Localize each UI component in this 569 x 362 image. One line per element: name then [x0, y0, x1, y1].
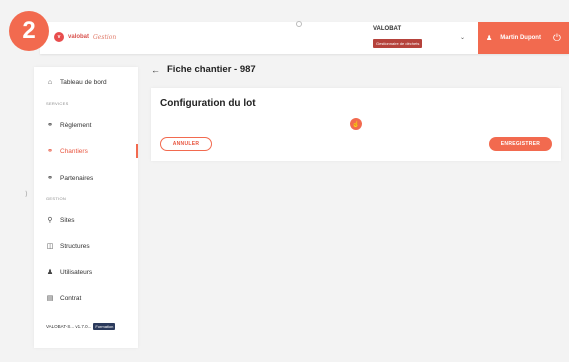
sidebar-item-label: Contrat	[60, 294, 82, 302]
building-icon: ◫	[46, 243, 54, 250]
company-selector[interactable]: VALOBAT Gestionnaire de déchets	[373, 26, 423, 50]
sidebar-collapse-handle[interactable]: ⟩	[25, 190, 28, 198]
cancel-button[interactable]: ANNULER	[160, 137, 212, 151]
sidebar-item-label: Utilisateurs	[60, 268, 93, 276]
app-version: VALOBAT-S... v1.7.0... Formation	[46, 323, 116, 330]
location-pin-icon: ⚲	[47, 217, 53, 224]
company-name: VALOBAT	[373, 26, 402, 32]
sidebar-item-label: Structures	[60, 242, 90, 250]
users-icon: ♟	[46, 269, 54, 276]
sidebar-item-dashboard[interactable]: ⌂ Tableau de bord	[46, 79, 107, 86]
sidebar-item-label: Tableau de bord	[60, 79, 107, 86]
home-icon: ⌂	[47, 79, 53, 86]
sidebar: ⌂ Tableau de bord SERVICES ⚭ Règlement ⚭…	[34, 67, 138, 348]
sidebar-item-structures[interactable]: ◫ Structures	[46, 242, 90, 251]
sidebar-item-reglement[interactable]: ⚭ Règlement	[46, 121, 92, 130]
card-title: Configuration du lot	[160, 98, 256, 109]
sidebar-item-utilisateurs[interactable]: ♟ Utilisateurs	[46, 268, 93, 277]
formation-badge: Formation	[93, 323, 116, 330]
page-title: Fiche chantier - 987	[167, 64, 256, 75]
sidebar-section-gestion: GESTION	[46, 196, 67, 201]
logo-text: valobat	[68, 34, 90, 40]
lot-configuration-card: Configuration du lot ☝ ANNULER ENREGISTR…	[151, 88, 561, 161]
cursor-pointer-icon: ☝	[350, 118, 362, 130]
chevron-down-icon[interactable]: ⌄	[460, 34, 465, 41]
user-name: Martin Dupont	[500, 35, 541, 41]
power-icon[interactable]: ⏻	[553, 33, 561, 44]
sidebar-item-contrat[interactable]: ▤ Contrat	[46, 294, 82, 303]
construction-icon: ⚭	[47, 148, 53, 155]
sidebar-item-label: Partenaires	[60, 174, 94, 182]
user-icon: ♟	[486, 35, 493, 42]
logo-script: Gestion	[93, 33, 117, 41]
document-icon: ▤	[46, 295, 54, 302]
sidebar-item-partenaires[interactable]: ⚭ Partenaires	[46, 174, 94, 183]
sidebar-item-sites[interactable]: ⚲ Sites	[46, 216, 75, 225]
user-menu[interactable]: ♟ Martin Dupont ⏻	[478, 22, 569, 54]
app-logo[interactable]: v valobat Gestion	[54, 32, 116, 42]
step-number-badge: 2	[9, 11, 49, 51]
logo-mark-icon: v	[54, 32, 64, 42]
sidebar-item-chantiers[interactable]: ⚭ Chantiers	[46, 147, 88, 156]
back-arrow-icon[interactable]: ←	[151, 65, 160, 75]
payment-icon: ⚭	[47, 122, 53, 129]
active-indicator	[136, 144, 138, 158]
company-role-badge: Gestionnaire de déchets	[373, 39, 423, 48]
partners-icon: ⚭	[47, 175, 53, 182]
sidebar-item-label: Sites	[60, 216, 75, 224]
sidebar-section-services: SERVICES	[46, 101, 69, 106]
save-button[interactable]: ENREGISTRER	[489, 137, 552, 151]
sidebar-item-label: Chantiers	[60, 147, 88, 155]
notification-dot-icon	[296, 21, 302, 27]
sidebar-item-label: Règlement	[60, 121, 92, 129]
top-bar: v valobat Gestion VALOBAT Gestionnaire d…	[40, 21, 569, 54]
page-header: ← Fiche chantier - 987	[151, 64, 256, 75]
version-text: VALOBAT-S... v1.7.0...	[46, 324, 92, 329]
